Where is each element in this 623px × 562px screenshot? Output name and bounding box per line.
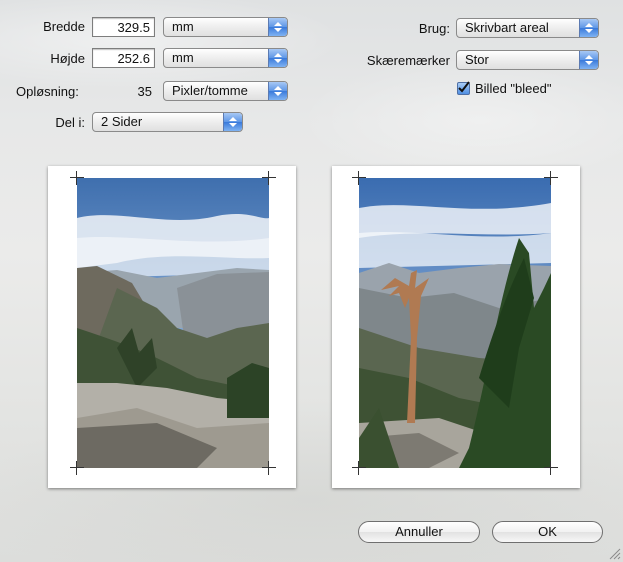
- crop-mark: [70, 461, 84, 475]
- width-field[interactable]: 329.5: [92, 17, 155, 37]
- page-preview-2: [332, 166, 580, 488]
- cropmarks-label: Skæremærker: [366, 53, 450, 68]
- popup-arrows-icon: [223, 113, 242, 131]
- popup-arrows-icon: [268, 82, 287, 100]
- crop-mark: [352, 171, 366, 185]
- landscape-photo-left: [77, 178, 269, 468]
- width-unit-popup[interactable]: mm: [163, 17, 288, 37]
- cropmarks-popup[interactable]: Stor: [456, 50, 599, 70]
- ok-button[interactable]: OK: [492, 521, 603, 543]
- split-popup[interactable]: 2 Sider: [92, 112, 243, 132]
- popup-arrows-icon: [579, 51, 598, 69]
- resolution-unit-popup[interactable]: Pixler/tomme: [163, 81, 288, 101]
- crop-mark: [262, 171, 276, 185]
- popup-arrows-icon: [268, 18, 287, 36]
- use-popup[interactable]: Skrivbart areal: [456, 18, 599, 38]
- checkmark-icon: [458, 81, 470, 93]
- crop-mark: [352, 461, 366, 475]
- bleed-checkbox[interactable]: [457, 81, 470, 95]
- resize-grip-icon[interactable]: [609, 548, 621, 560]
- photo-left-half: [77, 178, 269, 468]
- page-preview-1: [48, 166, 296, 488]
- resolution-label: Opløsning:: [16, 84, 79, 99]
- height-unit-popup[interactable]: mm: [163, 48, 288, 68]
- split-value: 2 Sider: [101, 114, 143, 129]
- use-label: Brug:: [418, 21, 450, 36]
- cancel-button[interactable]: Annuller: [358, 521, 480, 543]
- height-field[interactable]: 252.6: [92, 48, 155, 68]
- crop-mark: [262, 461, 276, 475]
- photo-right-half: [359, 178, 551, 468]
- height-label: Højde: [50, 51, 85, 66]
- popup-arrows-icon: [579, 19, 598, 37]
- crop-mark: [70, 171, 84, 185]
- crop-mark: [544, 461, 558, 475]
- split-label: Del i:: [55, 115, 85, 130]
- cropmarks-value: Stor: [465, 52, 489, 67]
- height-unit-value: mm: [172, 50, 194, 65]
- crop-mark: [544, 171, 558, 185]
- resolution-unit-value: Pixler/tomme: [172, 83, 248, 98]
- resolution-value: 35: [137, 84, 152, 99]
- bleed-label: Billed "bleed": [475, 81, 552, 96]
- popup-arrows-icon: [268, 49, 287, 67]
- use-value: Skrivbart areal: [465, 20, 549, 35]
- width-unit-value: mm: [172, 19, 194, 34]
- landscape-photo-right: [359, 178, 551, 468]
- width-label: Bredde: [43, 19, 85, 34]
